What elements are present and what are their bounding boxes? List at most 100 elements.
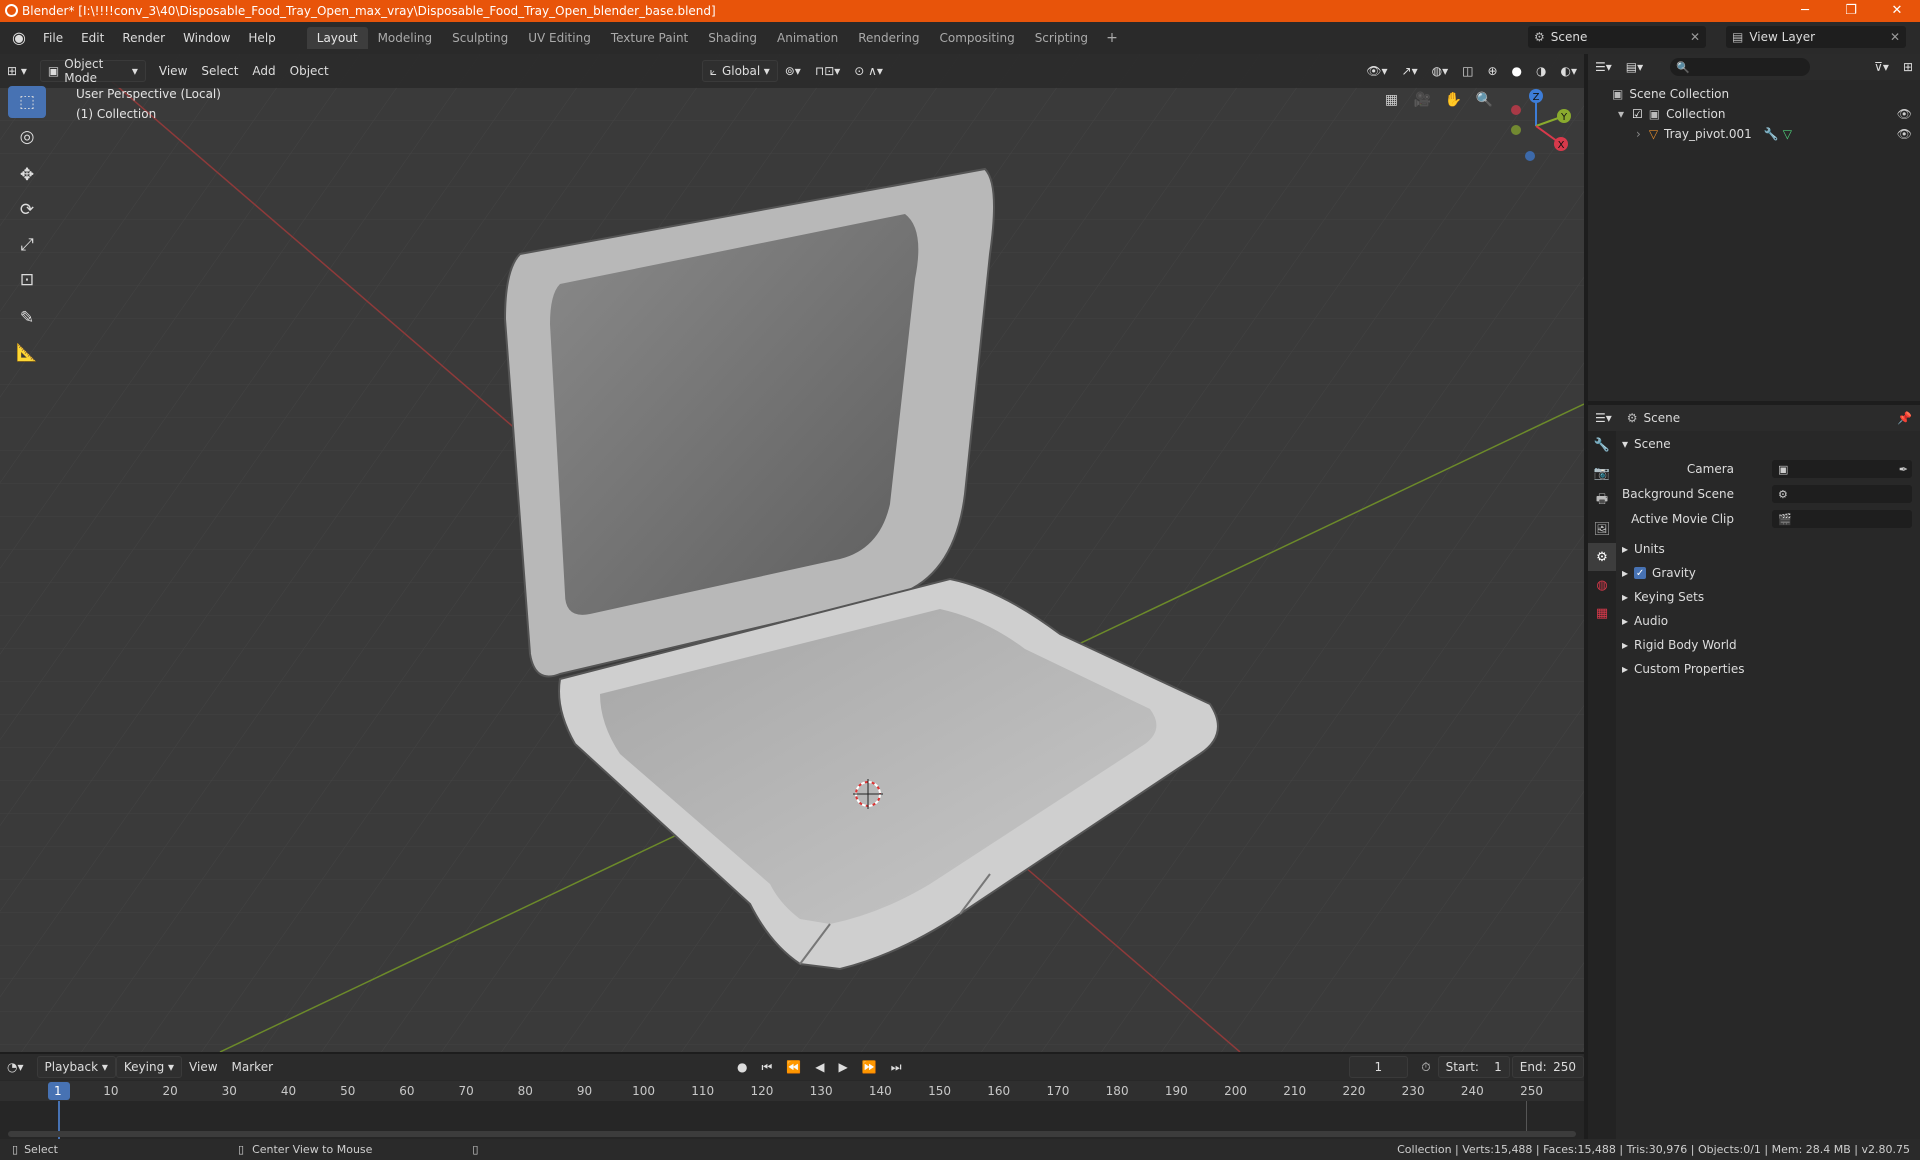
overlay-toggle-icon[interactable]: ◍▾ — [1425, 60, 1456, 82]
current-frame-field[interactable]: 1 — [1348, 1056, 1409, 1078]
playback-dropdown[interactable]: Playback ▾ — [36, 1056, 116, 1078]
record-icon[interactable]: ● — [730, 1056, 754, 1078]
expand-icon[interactable]: › — [1636, 127, 1641, 141]
annotate-tool-icon[interactable]: ✎ — [8, 302, 46, 334]
shading-wireframe-icon[interactable]: ⊕ — [1480, 60, 1504, 82]
move-tool-icon[interactable]: ✥ — [8, 159, 46, 191]
menu-render[interactable]: Render — [113, 31, 174, 45]
clock-icon[interactable]: ⏱ — [1414, 1056, 1437, 1078]
keying-sets-panel-header[interactable]: ▸ Keying Sets — [1622, 586, 1916, 608]
zoom-icon[interactable]: 🔍 — [1471, 86, 1498, 113]
checkbox-icon[interactable]: ☑ — [1632, 107, 1643, 121]
gizmo-neg-z-icon[interactable] — [1525, 151, 1535, 161]
play-icon[interactable]: ▶ — [832, 1056, 855, 1078]
render-tab-icon[interactable]: 📷 — [1588, 459, 1616, 487]
modifier-wrench-icon[interactable]: 🔧 — [1764, 127, 1779, 141]
rigid-body-panel-header[interactable]: ▸ Rigid Body World — [1622, 634, 1916, 656]
timeline-scrollbar[interactable] — [8, 1131, 1576, 1137]
xray-toggle-icon[interactable]: ◫ — [1455, 60, 1480, 82]
prev-keyframe-icon[interactable]: ⏪ — [779, 1056, 808, 1078]
end-frame-field[interactable]: End: 250 — [1511, 1056, 1584, 1078]
tab-layout[interactable]: Layout — [306, 27, 368, 49]
editor-type-button[interactable]: ☰▾ — [1588, 56, 1619, 78]
expand-icon[interactable]: ▾ — [1618, 107, 1624, 121]
menu-view[interactable]: View — [152, 60, 194, 82]
transform-tool-icon[interactable]: ⊡ — [8, 264, 46, 296]
keying-dropdown[interactable]: Keying ▾ — [115, 1056, 183, 1078]
menu-select[interactable]: Select — [194, 60, 245, 82]
gizmo-neg-x-icon[interactable] — [1511, 105, 1521, 115]
close-button[interactable]: ✕ — [1874, 0, 1920, 22]
menu-view[interactable]: View — [182, 1056, 224, 1078]
proportional-edit-icon[interactable]: ⊙ ∧▾ — [847, 60, 890, 82]
restore-button[interactable]: ❐ — [1828, 0, 1874, 22]
shading-rendered-icon[interactable]: ◐▾ — [1554, 60, 1585, 82]
display-mode-icon[interactable]: ▤▾ — [1619, 56, 1650, 78]
world-tab-icon[interactable]: ◍ — [1588, 571, 1616, 599]
pivot-icon[interactable]: ⊚▾ — [778, 60, 808, 82]
pin-icon[interactable]: 📌 — [1897, 411, 1920, 425]
scale-tool-icon[interactable]: ⤢ — [8, 229, 46, 261]
orientation-dropdown[interactable]: ⟀ Global ▾ — [701, 60, 778, 82]
scene-panel-header[interactable]: ▾ Scene — [1622, 433, 1916, 455]
editor-type-button[interactable]: ◔▾ — [0, 1056, 31, 1078]
menu-add[interactable]: Add — [245, 60, 282, 82]
new-collection-icon[interactable]: ⊞ — [1896, 56, 1920, 78]
camera-view-icon[interactable]: 🎥 — [1409, 86, 1436, 113]
tab-rendering[interactable]: Rendering — [848, 27, 929, 49]
eyedropper-icon[interactable]: ✒ — [1899, 463, 1912, 476]
visibility-icon[interactable]: 👁▾ — [1359, 60, 1394, 82]
minimize-button[interactable]: ─ — [1782, 0, 1828, 22]
select-box-tool-icon[interactable]: ⬚ — [8, 86, 46, 118]
menu-marker[interactable]: Marker — [225, 1056, 280, 1078]
visibility-eye-icon[interactable]: 👁 — [1897, 127, 1920, 141]
tab-animation[interactable]: Animation — [767, 27, 848, 49]
camera-field[interactable]: ▣ ✒ — [1772, 460, 1912, 478]
outliner-collection[interactable]: ▾ ☑ ▣ Collection 👁 — [1588, 104, 1920, 124]
pan-hand-icon[interactable]: ✋ — [1440, 86, 1467, 113]
editor-type-button[interactable]: ⊞ ▾ — [0, 60, 34, 82]
play-reverse-icon[interactable]: ◀ — [808, 1056, 831, 1078]
start-frame-field[interactable]: Start: 1 — [1437, 1056, 1510, 1078]
visibility-eye-icon[interactable]: 👁 — [1897, 107, 1920, 121]
outliner-scene-collection[interactable]: ▣ Scene Collection — [1588, 84, 1920, 104]
editor-type-button[interactable]: ☰▾ — [1588, 407, 1619, 429]
tab-texture-paint[interactable]: Texture Paint — [601, 27, 698, 49]
timeline-track-area[interactable] — [0, 1101, 1584, 1141]
outliner-object[interactable]: › ▽ Tray_pivot.001 🔧 ▽ 👁 — [1588, 124, 1920, 144]
tab-modeling[interactable]: Modeling — [368, 27, 443, 49]
next-keyframe-icon[interactable]: ⏩ — [855, 1056, 884, 1078]
filter-icon[interactable]: ⊽▾ — [1867, 56, 1896, 78]
shading-material-icon[interactable]: ◑ — [1529, 60, 1553, 82]
gravity-checkbox[interactable]: ✓ — [1634, 567, 1647, 579]
3d-viewport[interactable]: ⊞ ▾ ▣ Object Mode ▾ View Select Add Obje… — [0, 54, 1584, 1052]
scene-selector[interactable]: ⚙ Scene ✕ — [1528, 26, 1706, 48]
menu-object[interactable]: Object — [283, 60, 336, 82]
background-scene-field[interactable]: ⚙ — [1772, 485, 1912, 503]
scene-tab-icon[interactable]: ⚙ — [1588, 543, 1616, 571]
custom-properties-panel-header[interactable]: ▸ Custom Properties — [1622, 658, 1916, 680]
jump-end-icon[interactable]: ⏭ — [884, 1056, 909, 1078]
tool-tab-icon[interactable]: 🔧 — [1588, 431, 1616, 459]
blender-menu-icon[interactable]: ◉ — [8, 27, 30, 49]
texture-tab-icon[interactable]: ▦ — [1588, 599, 1616, 627]
jump-start-icon[interactable]: ⏮ — [755, 1056, 780, 1078]
view-layer-selector[interactable]: ▤ View Layer ✕ — [1726, 26, 1906, 48]
units-panel-header[interactable]: ▸ Units — [1622, 538, 1916, 560]
gizmo-toggle-icon[interactable]: ↗▾ — [1395, 60, 1425, 82]
tab-sculpting[interactable]: Sculpting — [442, 27, 518, 49]
gravity-panel-header[interactable]: ▸ ✓ Gravity — [1622, 562, 1916, 584]
shading-solid-icon[interactable]: ● — [1505, 60, 1529, 82]
measure-tool-icon[interactable]: 📐 — [8, 337, 46, 369]
tab-compositing[interactable]: Compositing — [929, 27, 1024, 49]
menu-file[interactable]: File — [34, 31, 72, 45]
snap-icon[interactable]: ⊓⊡▾ — [808, 60, 847, 82]
timeline-ruler[interactable]: 1 10 20 30 40 50 60 70 80 90 100 110 120 130 140 150 160… — [0, 1081, 1584, 1101]
mesh-data-icon[interactable]: ▽ — [1783, 127, 1792, 141]
navigation-gizmo[interactable]: Z Y X — [1496, 86, 1576, 166]
rotate-tool-icon[interactable]: ⟳ — [8, 194, 46, 226]
gizmo-neg-y-icon[interactable] — [1511, 125, 1521, 135]
audio-panel-header[interactable]: ▸ Audio — [1622, 610, 1916, 632]
tab-uv-editing[interactable]: UV Editing — [518, 27, 601, 49]
view-layer-tab-icon[interactable]: 🖼 — [1588, 515, 1616, 543]
